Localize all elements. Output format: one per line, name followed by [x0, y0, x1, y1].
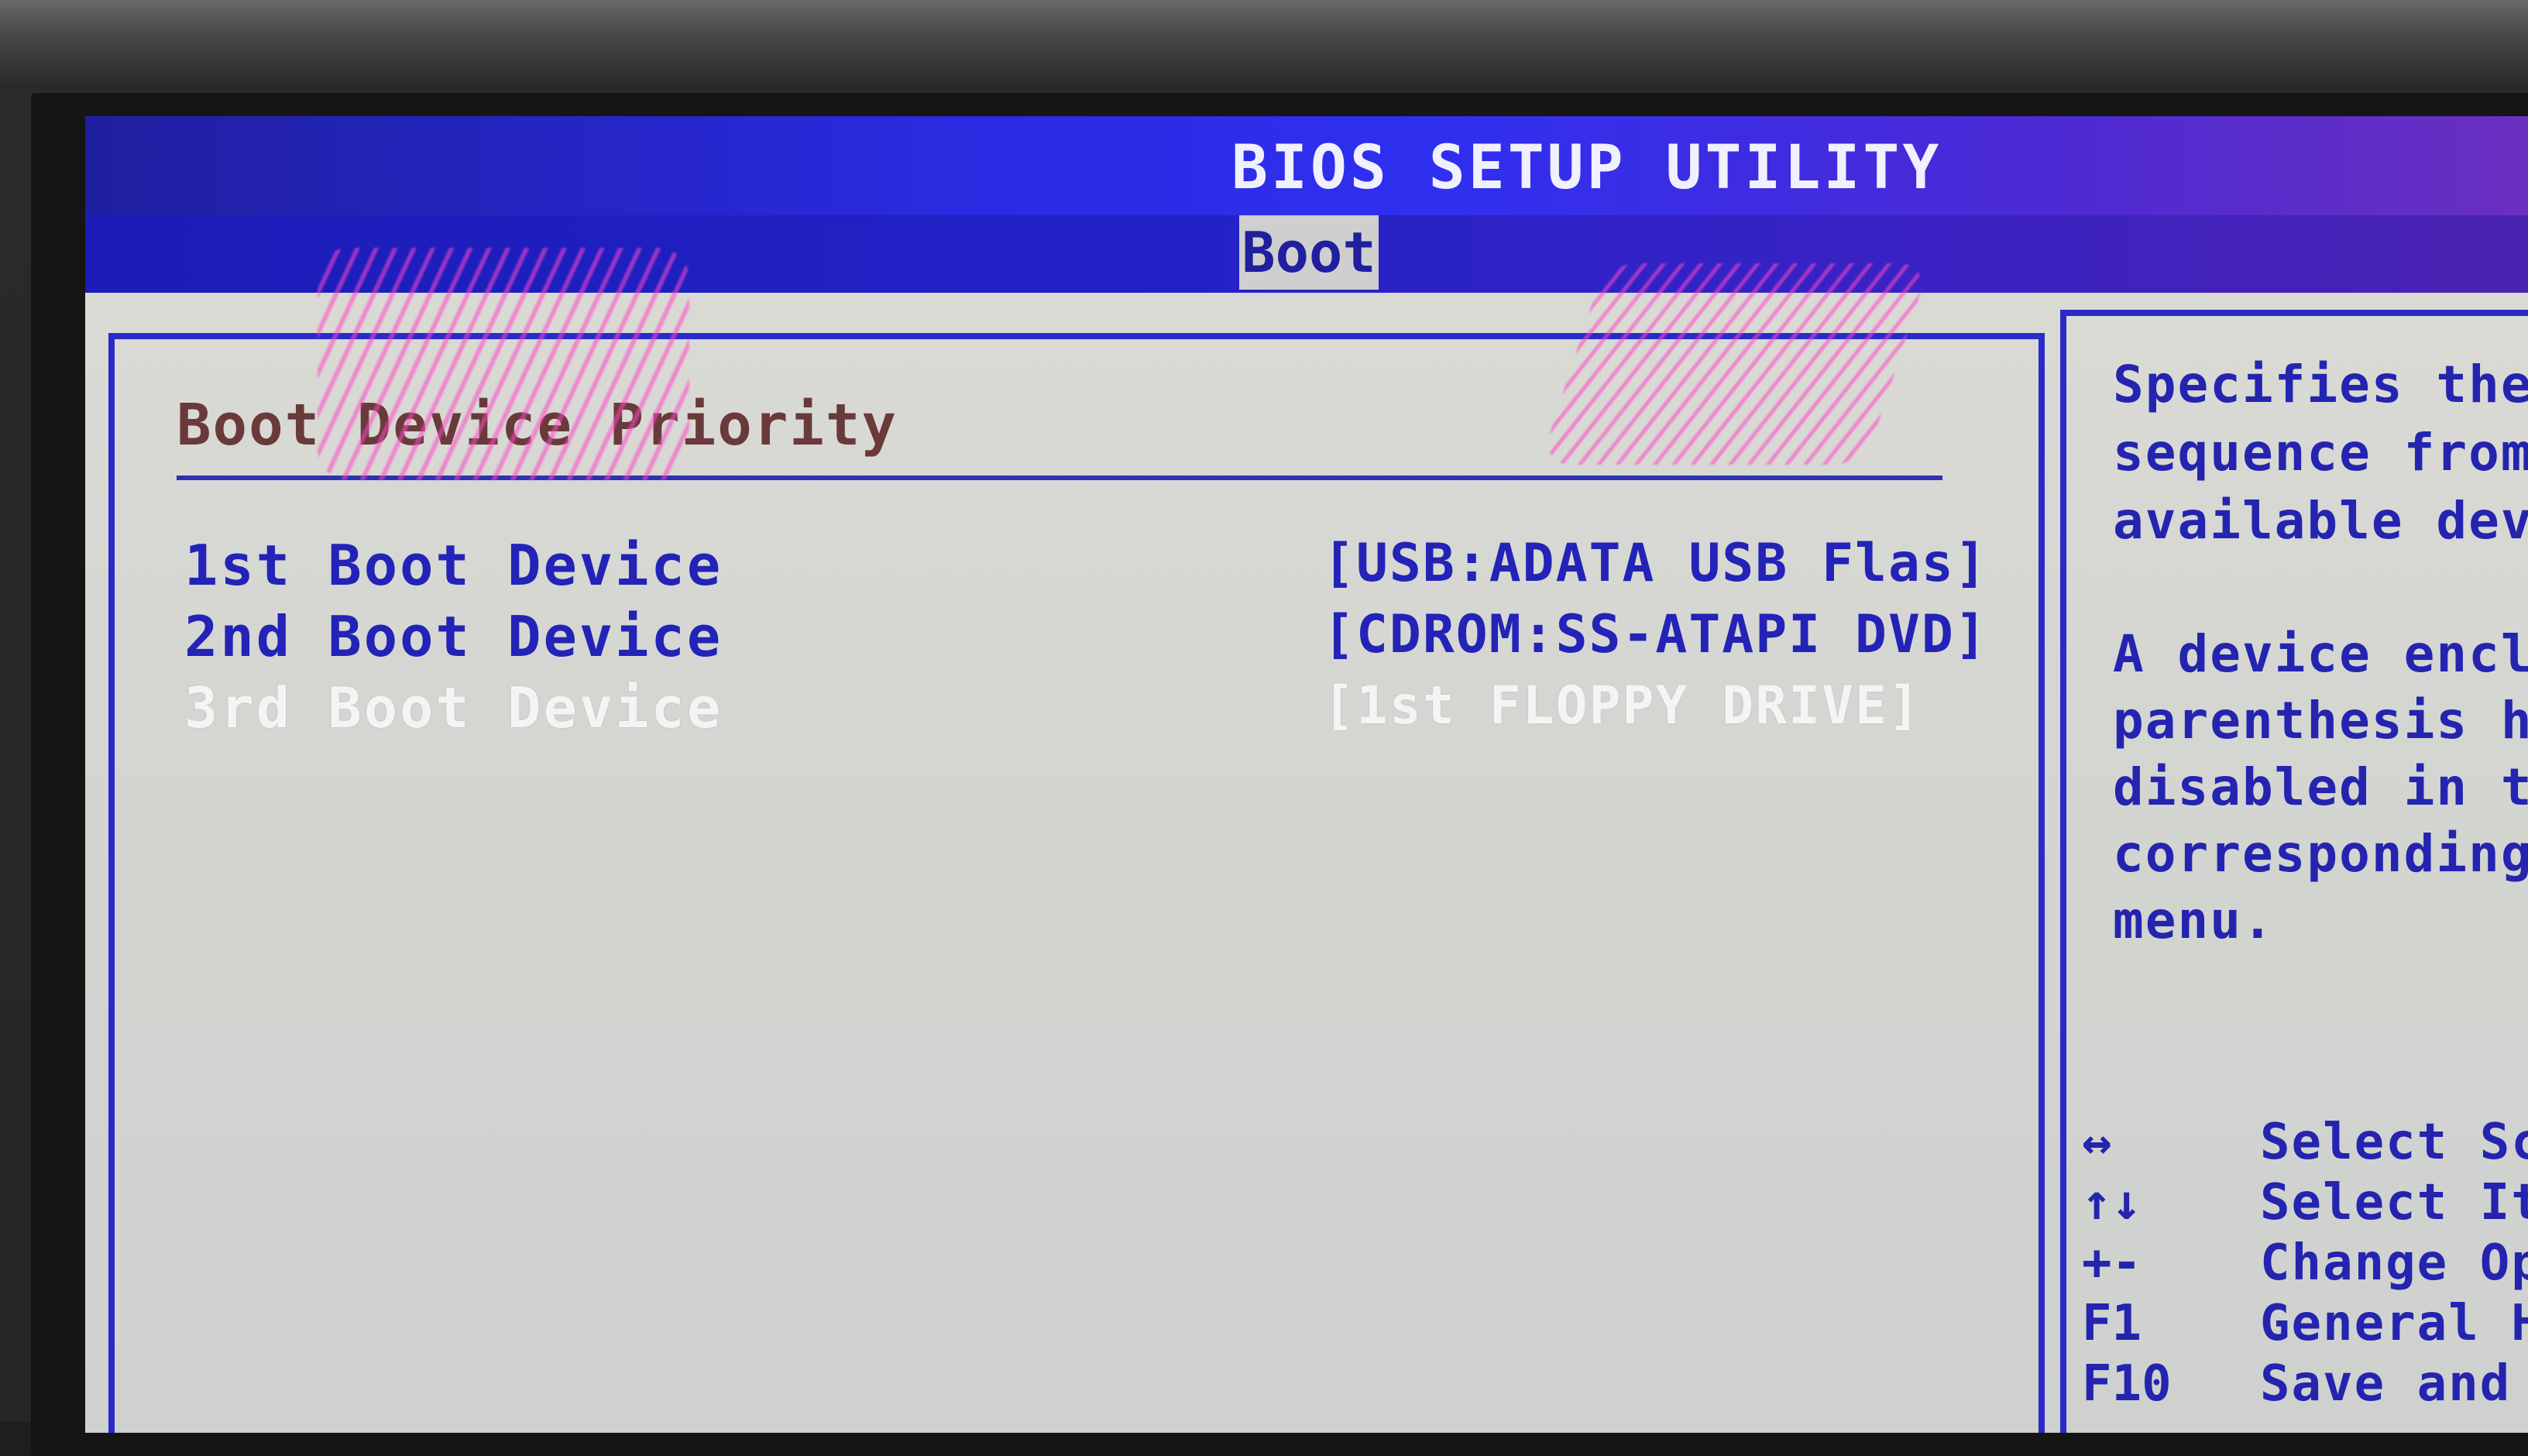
- key-hint-desc: Select Scr: [2260, 1114, 2528, 1171]
- help-line: available devi: [2113, 491, 2528, 551]
- boot-device-priority-panel: Boot Device Priority 1st Boot Device [US…: [108, 333, 2045, 1433]
- key-hint-select-item: ↑↓ Select Ite: [2082, 1174, 2528, 1231]
- boot-device-3-value[interactable]: [1st FLOPPY DRIVE]: [1323, 675, 1922, 737]
- key-hint-desc: Save and Ex: [2260, 1355, 2528, 1413]
- moire-artifact: [318, 248, 689, 480]
- help-line: A device enclo: [2113, 624, 2528, 684]
- help-line: menu.: [2113, 891, 2275, 950]
- key-hint-general-help: F1 General He: [2082, 1295, 2528, 1352]
- key-hint-save-exit: F10 Save and Ex: [2082, 1355, 2528, 1413]
- tab-boot[interactable]: Boot: [1239, 215, 1379, 290]
- key-hint-desc: Change Opt: [2260, 1235, 2528, 1292]
- help-line: corresponding: [2113, 824, 2528, 884]
- help-panel: Specifies the sequence from available de…: [2060, 310, 2528, 1433]
- key-hint-desc: General He: [2260, 1295, 2528, 1352]
- plus-minus-icon: +-: [2082, 1235, 2142, 1292]
- key-label: F1: [2082, 1295, 2142, 1352]
- bios-screen: BIOS SETUP UTILITY Boot Boot Device Prio…: [85, 116, 2528, 1433]
- key-hint-change-option: +- Change Opt: [2082, 1235, 2528, 1292]
- key-label: F10: [2082, 1355, 2172, 1413]
- help-line: Specifies the: [2113, 355, 2528, 414]
- app-title: BIOS SETUP UTILITY: [1231, 133, 1942, 203]
- left-right-arrow-icon: ↔: [2082, 1114, 2112, 1171]
- up-down-arrow-icon: ↑↓: [2082, 1174, 2142, 1231]
- boot-device-2-value[interactable]: [CDROM:SS-ATAPI DVD]: [1323, 604, 1988, 665]
- boot-device-1-label[interactable]: 1st Boot Device: [184, 533, 723, 598]
- help-line: disabled in th: [2113, 757, 2528, 817]
- boot-device-1-value[interactable]: [USB:ADATA USB Flas]: [1323, 533, 1988, 594]
- key-hint-select-screen: ↔ Select Scr: [2082, 1114, 2528, 1171]
- boot-device-2-label[interactable]: 2nd Boot Device: [184, 604, 723, 669]
- boot-device-3-label[interactable]: 3rd Boot Device: [184, 675, 723, 740]
- key-hint-desc: Select Ite: [2260, 1174, 2528, 1231]
- moire-artifact: [1539, 263, 1931, 465]
- help-line: sequence from: [2113, 423, 2528, 482]
- help-line: parenthesis ha: [2113, 691, 2528, 750]
- title-bar: BIOS SETUP UTILITY: [85, 116, 2528, 217]
